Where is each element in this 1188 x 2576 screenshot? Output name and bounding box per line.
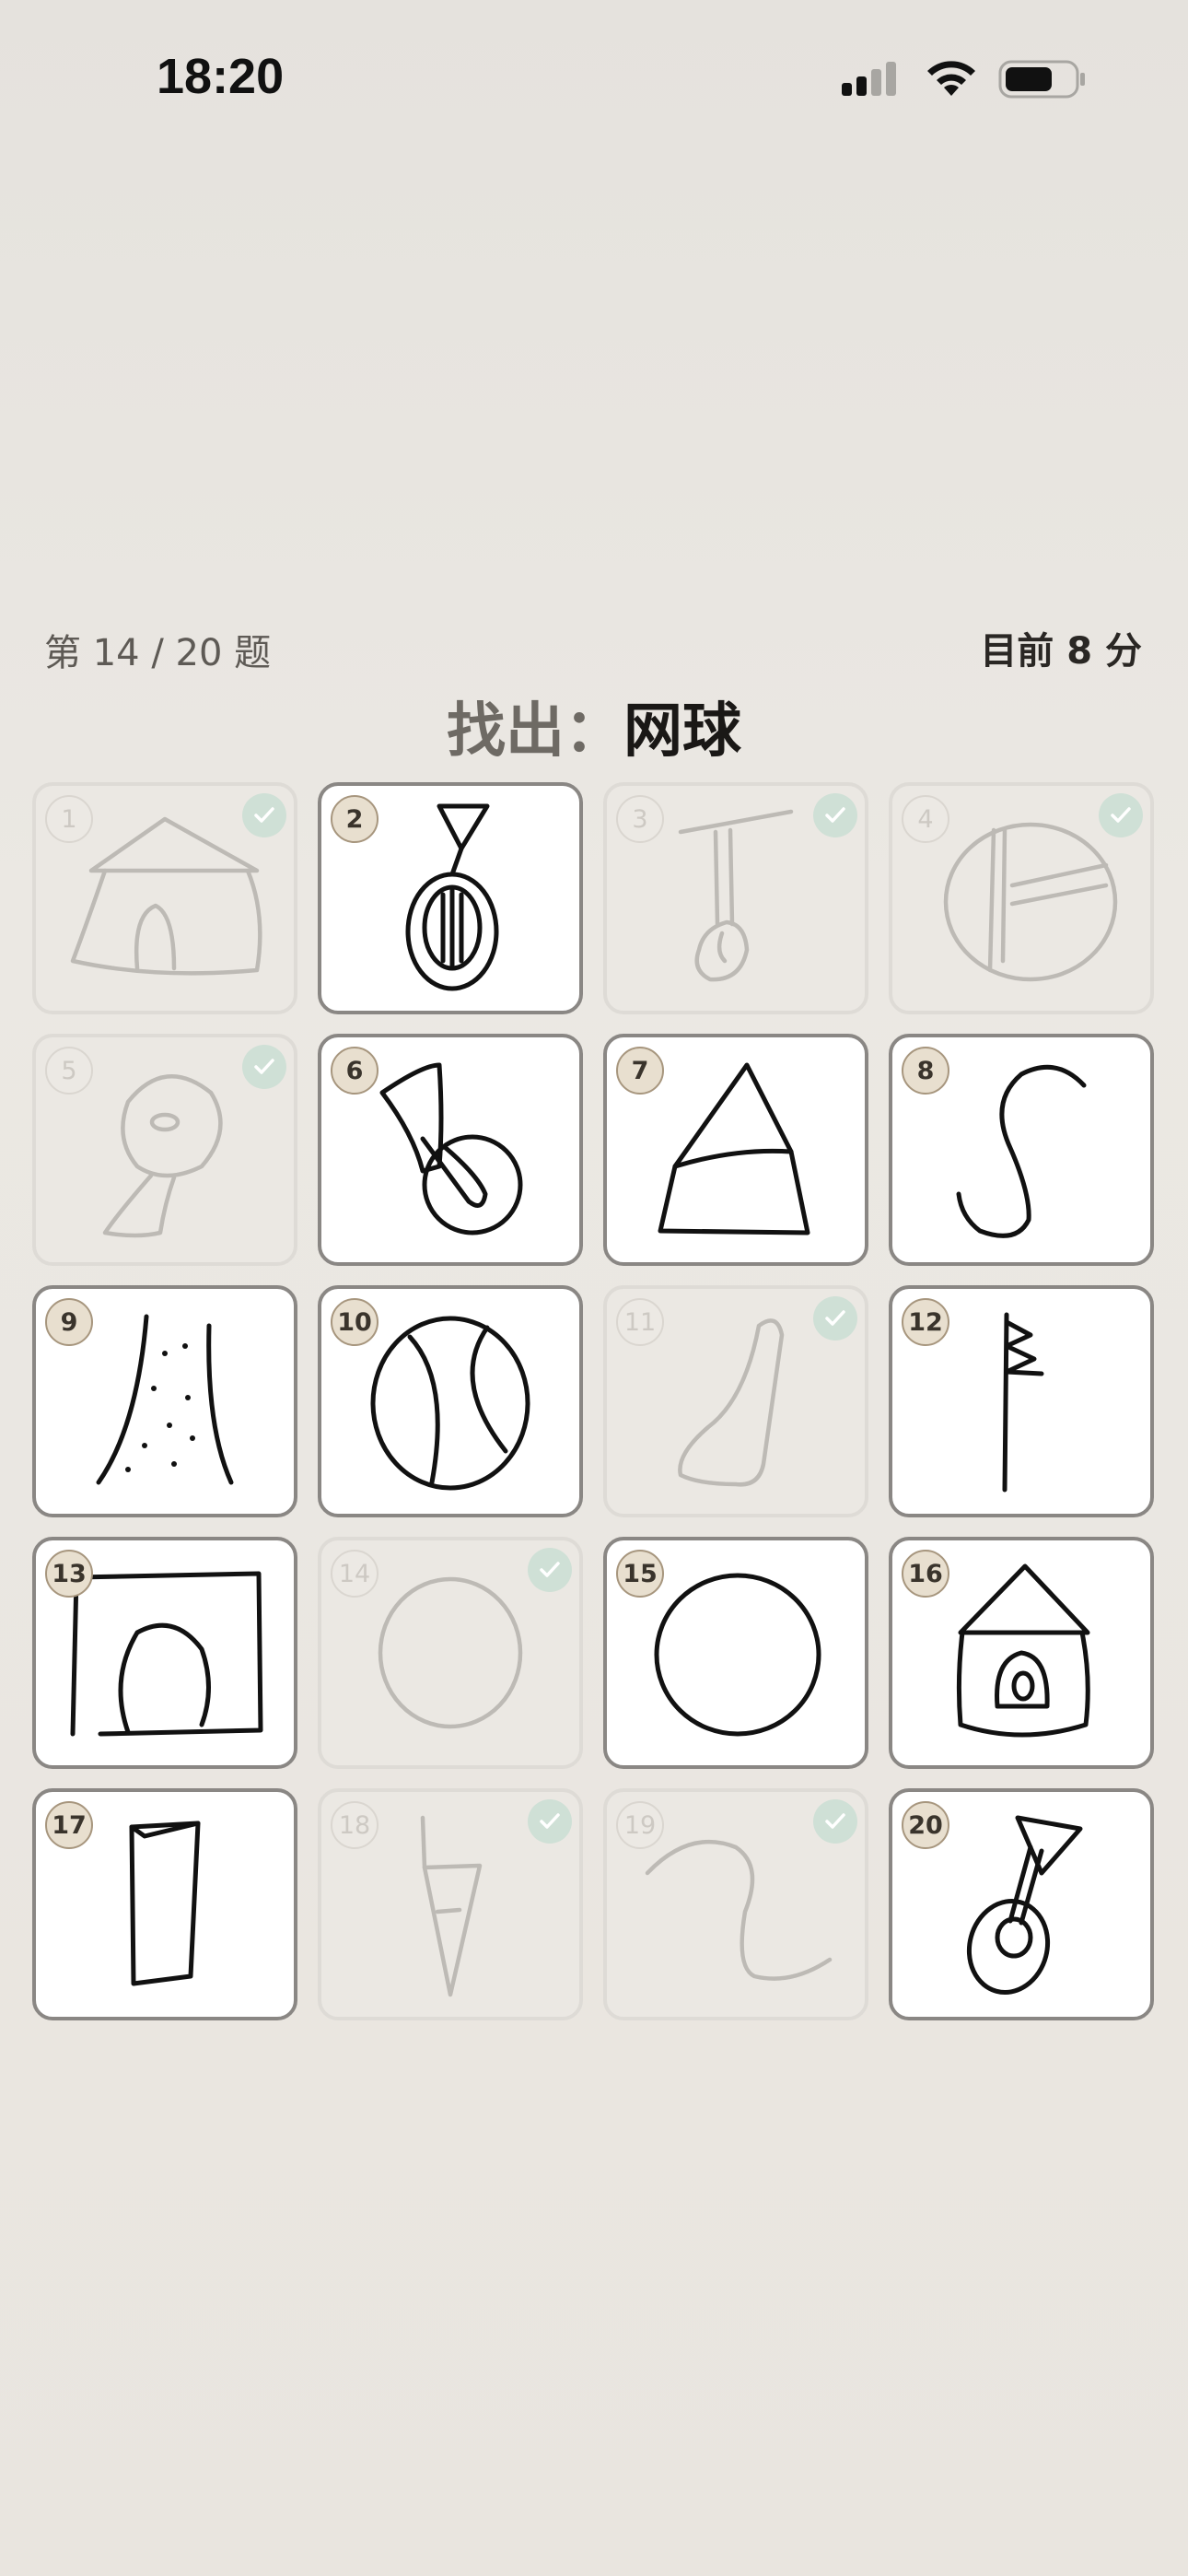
checkmark-icon	[813, 793, 857, 837]
sketch-card[interactable]: 20	[889, 1788, 1154, 2020]
checkmark-icon	[813, 1799, 857, 1844]
checkmark-icon	[813, 1296, 857, 1341]
current-score: 目前 8 分	[980, 630, 1142, 673]
sketch-card[interactable]: 19	[603, 1788, 868, 2020]
question-progress: 第 14 / 20 题	[44, 632, 272, 674]
sketch-card[interactable]: 14	[318, 1537, 583, 1769]
sketch-grid: 1 2 3 4 5 6 7 8 9 10 11 12 13 14 15 16 1…	[32, 782, 1154, 2020]
sketch-card[interactable]: 15	[603, 1537, 868, 1769]
sketch-card[interactable]: 5	[32, 1034, 297, 1266]
card-number: 19	[616, 1801, 664, 1849]
sketch-card[interactable]: 6	[318, 1034, 583, 1266]
card-number: 6	[331, 1047, 379, 1095]
sketch-card[interactable]: 7	[603, 1034, 868, 1266]
sketch-card[interactable]: 8	[889, 1034, 1154, 1266]
sketch-card[interactable]: 17	[32, 1788, 297, 2020]
status-icons	[840, 57, 1089, 103]
prompt-title: 找出：网球	[0, 684, 1188, 768]
wifi-icon	[927, 61, 975, 96]
card-number: 11	[616, 1298, 664, 1346]
card-number: 7	[616, 1047, 664, 1095]
sketch-card[interactable]: 9	[32, 1285, 297, 1517]
sketch-card[interactable]: 11	[603, 1285, 868, 1517]
checkmark-icon	[1099, 793, 1143, 837]
card-number: 5	[45, 1047, 93, 1095]
prompt-target: 网球	[623, 697, 741, 766]
card-number: 1	[45, 795, 93, 843]
sketch-card[interactable]: 12	[889, 1285, 1154, 1517]
sketch-card[interactable]: 13	[32, 1537, 297, 1769]
card-number: 14	[331, 1550, 379, 1598]
card-number: 12	[902, 1298, 949, 1346]
cellular-signal-icon	[842, 62, 896, 96]
card-number: 18	[331, 1801, 379, 1849]
battery-icon	[998, 60, 1085, 99]
card-number: 2	[331, 795, 379, 843]
sketch-card[interactable]: 4	[889, 782, 1154, 1014]
sketch-card[interactable]: 18	[318, 1788, 583, 2020]
card-number: 20	[902, 1801, 949, 1849]
card-number: 3	[616, 795, 664, 843]
checkmark-icon	[242, 1045, 286, 1089]
sketch-card[interactable]: 2	[318, 782, 583, 1014]
checkmark-icon	[528, 1548, 572, 1592]
card-number: 8	[902, 1047, 949, 1095]
prompt-prefix: 找出：	[447, 697, 623, 766]
card-number: 10	[331, 1298, 379, 1346]
card-number: 9	[45, 1298, 93, 1346]
card-number: 13	[45, 1550, 93, 1598]
card-number: 4	[902, 795, 949, 843]
status-time: 18:20	[157, 49, 285, 104]
checkmark-icon	[242, 793, 286, 837]
sketch-card[interactable]: 1	[32, 782, 297, 1014]
checkmark-icon	[528, 1799, 572, 1844]
sketch-card[interactable]: 3	[603, 782, 868, 1014]
sketch-card[interactable]: 16	[889, 1537, 1154, 1769]
card-number: 17	[45, 1801, 93, 1849]
sketch-card[interactable]: 10	[318, 1285, 583, 1517]
card-number: 15	[616, 1550, 664, 1598]
card-number: 16	[902, 1550, 949, 1598]
